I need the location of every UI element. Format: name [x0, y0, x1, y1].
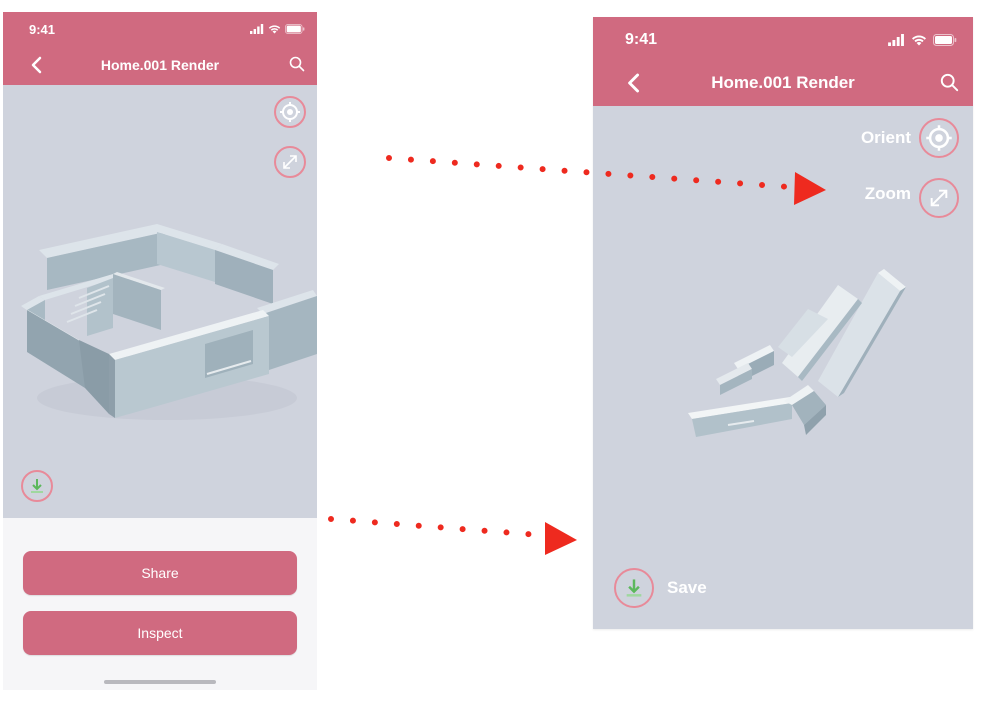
annotation-arrow-bottom	[328, 516, 577, 555]
annotation-arrow-top	[386, 155, 826, 205]
annotation-arrows	[328, 155, 826, 555]
